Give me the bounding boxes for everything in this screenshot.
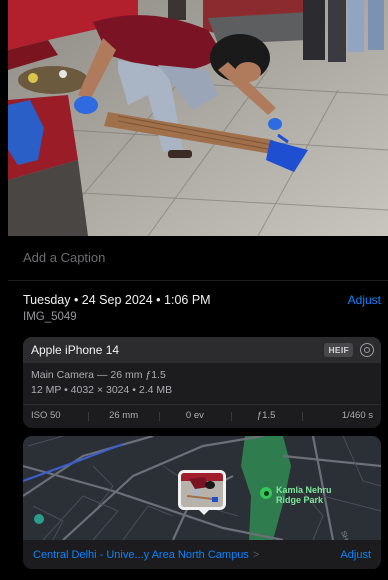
file-name: IMG_5049 [23,311,77,323]
park-pin-icon [260,487,272,499]
photo[interactable] [8,0,388,236]
photo-pin-thumbnail[interactable] [178,470,226,510]
camera-info-header: Apple iPhone 14 HEIF [23,337,381,363]
spec-iso: ISO 50 [31,410,61,421]
divider [8,280,388,281]
lens-description: Main Camera — 26 mm ƒ1.5 [31,369,166,381]
live-photo-icon [360,343,374,357]
location-dot-icon [34,514,44,524]
device-name: Apple iPhone 14 [31,343,120,357]
chevron-right-icon: > [252,548,260,561]
photo-illustration [8,0,388,236]
caption-field[interactable]: Add a Caption [8,240,388,280]
lens-info: Main Camera — 26 mm ƒ1.5 12 MP • 4032 × … [23,363,381,398]
park-name-line2: Ridge Park [276,495,324,505]
camera-info-card: Apple iPhone 14 HEIF Main Camera — 26 mm… [23,337,381,428]
park-label[interactable]: Kamla Nehru Ridge Park [260,485,332,505]
format-badge: HEIF [324,343,353,357]
map-footer: Central Delhi - Unive...y Area North Cam… [23,540,381,569]
spec-aperture: ƒ1.5 [230,410,302,421]
thumbnail-pointer [198,509,210,515]
spec-shutter-speed: 1/460 s [301,410,381,421]
thumbnail-image [181,473,223,507]
adjust-location-button[interactable]: Adjust [340,549,371,561]
exposure-specs: ISO 50 26 mm 0 ev ƒ1.5 1/460 s [23,404,381,426]
spec-exposure-value: 0 ev [159,410,230,421]
park-name-line1: Kamla Nehru [276,485,332,495]
map-card[interactable]: SHAM Kamla Nehru Ridge Park Central Delh… [23,436,381,569]
spec-focal-length: 26 mm [88,410,159,421]
adjust-date-button[interactable]: Adjust [348,293,381,307]
capture-date: Tuesday • 24 Sep 2024 • 1:06 PM [23,293,211,307]
date-row: Tuesday • 24 Sep 2024 • 1:06 PM Adjust [23,291,381,309]
location-link[interactable]: Central Delhi - Unive...y Area North Cam… [33,549,259,561]
image-details: 12 MP • 4032 × 3024 • 2.4 MB [31,384,173,396]
